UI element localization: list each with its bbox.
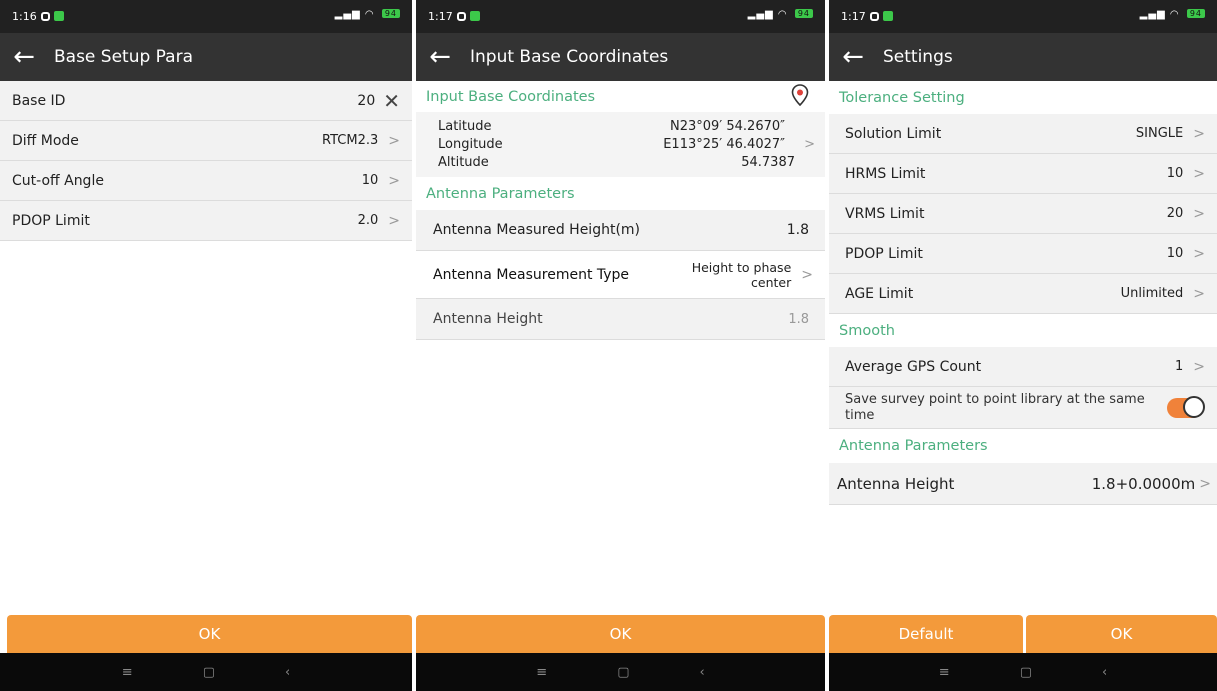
- back-nav-icon[interactable]: ‹: [1102, 665, 1107, 680]
- chevron-right-icon: >: [1193, 358, 1205, 375]
- chevron-right-icon: >: [1193, 125, 1205, 142]
- antenna-measured-height-row[interactable]: Antenna Measured Height(m) 1.8: [416, 210, 825, 251]
- home-icon[interactable]: ▢: [203, 665, 215, 680]
- location-pin-icon[interactable]: [791, 83, 809, 110]
- chevron-right-icon: >: [804, 137, 815, 152]
- row-value: 10: [361, 173, 379, 188]
- title-bar: ← Settings: [829, 33, 1217, 81]
- antenna-height-row: Antenna Height 1.8: [416, 299, 825, 340]
- average-gps-count-row[interactable]: Average GPS Count 1 >: [829, 347, 1217, 387]
- settings-screen: 1:17 ▂▄▆ ◠ 94 ← Settings Tolerance Setti…: [829, 0, 1217, 691]
- signal-wifi-battery-icons: ▂▄▆ ◠ 94: [1140, 9, 1205, 20]
- row-label: Cut-off Angle: [12, 172, 104, 189]
- battery-icon: 94: [794, 9, 813, 18]
- pdop-limit-row[interactable]: PDOP Limit 10 >: [829, 234, 1217, 274]
- chevron-right-icon: >: [1193, 245, 1205, 262]
- pdop-limit-row[interactable]: PDOP Limit 2.0 >: [0, 201, 412, 241]
- row-value: 20: [357, 92, 376, 109]
- notification-icon: [457, 12, 466, 21]
- message-icon: [470, 11, 480, 21]
- row-label: PDOP Limit: [12, 212, 90, 229]
- antenna-measurement-type-row[interactable]: Antenna Measurement Type Height to phase…: [416, 251, 825, 299]
- status-bar: 1:17 ▂▄▆ ◠ 94: [416, 0, 825, 33]
- chevron-right-icon: >: [801, 266, 813, 283]
- clear-icon[interactable]: ✕: [383, 91, 400, 111]
- back-arrow-icon[interactable]: ←: [833, 44, 873, 70]
- back-arrow-icon[interactable]: ←: [420, 44, 460, 70]
- system-nav-bar: ≡ ▢ ‹: [829, 653, 1217, 691]
- chevron-right-icon: >: [388, 212, 400, 229]
- menu-icon[interactable]: ≡: [536, 665, 547, 680]
- chevron-right-icon: >: [1193, 165, 1205, 182]
- antenna-height-row[interactable]: Antenna Height 1.8+0.0000m >: [829, 463, 1217, 505]
- ok-button[interactable]: OK: [7, 615, 412, 653]
- home-icon[interactable]: ▢: [1020, 665, 1032, 680]
- title-bar: ← Input Base Coordinates: [416, 33, 825, 81]
- base-coordinates-block[interactable]: Latitude N23°09′ 54.2670″ Longitude E113…: [416, 112, 825, 177]
- menu-icon[interactable]: ≡: [939, 665, 950, 680]
- altitude-row: Altitude 54.7387: [438, 154, 795, 170]
- cutoff-angle-row[interactable]: Cut-off Angle 10 >: [0, 161, 412, 201]
- row-value: RTCM2.3: [322, 133, 379, 148]
- toggle-knob: [1183, 395, 1205, 418]
- notification-icon: [41, 12, 50, 21]
- chevron-right-icon: >: [1199, 475, 1211, 492]
- base-setup-screen: 1:16 ▂▄▆ ◠ 94 ← Base Setup Para Base ID …: [0, 0, 412, 691]
- status-time: 1:17: [428, 10, 453, 23]
- home-icon[interactable]: ▢: [617, 665, 629, 680]
- age-limit-row[interactable]: AGE Limit Unlimited >: [829, 274, 1217, 314]
- status-time: 1:16: [12, 10, 37, 23]
- chevron-right-icon: >: [1193, 285, 1205, 302]
- system-nav-bar: ≡ ▢ ‹: [0, 653, 412, 691]
- ok-button[interactable]: OK: [416, 615, 825, 653]
- back-nav-icon[interactable]: ‹: [700, 665, 705, 680]
- signal-wifi-battery-icons: ▂▄▆ ◠ 94: [335, 9, 400, 20]
- page-title: Base Setup Para: [54, 47, 193, 67]
- section-header-antenna: Antenna Parameters: [416, 177, 825, 210]
- row-value: 2.0: [357, 213, 379, 228]
- page-title: Input Base Coordinates: [470, 47, 669, 67]
- signal-wifi-battery-icons: ▂▄▆ ◠ 94: [748, 9, 813, 20]
- status-bar: 1:17 ▂▄▆ ◠ 94: [829, 0, 1217, 33]
- section-header-antenna: Antenna Parameters: [829, 429, 1217, 463]
- message-icon: [54, 11, 64, 21]
- message-icon: [883, 11, 893, 21]
- status-bar: 1:16 ▂▄▆ ◠ 94: [0, 0, 412, 33]
- system-nav-bar: ≡ ▢ ‹: [416, 653, 825, 691]
- battery-icon: 94: [1186, 9, 1205, 18]
- back-nav-icon[interactable]: ‹: [285, 665, 290, 680]
- row-label: Diff Mode: [12, 132, 79, 149]
- battery-icon: 94: [381, 9, 400, 18]
- phone-screenshots: 1:16 ▂▄▆ ◠ 94 ← Base Setup Para Base ID …: [0, 0, 1217, 691]
- vrms-limit-row[interactable]: VRMS Limit 20 >: [829, 194, 1217, 234]
- page-title: Settings: [883, 47, 953, 67]
- section-header-coordinates: Input Base Coordinates: [416, 81, 825, 112]
- back-arrow-icon[interactable]: ←: [4, 44, 44, 70]
- chevron-right-icon: >: [388, 172, 400, 189]
- section-header-smooth: Smooth: [829, 314, 1217, 347]
- latitude-row: Latitude N23°09′ 54.2670″: [438, 118, 785, 134]
- diff-mode-row[interactable]: Diff Mode RTCM2.3 >: [0, 121, 412, 161]
- base-id-row[interactable]: Base ID 20 ✕: [0, 81, 412, 121]
- chevron-right-icon: >: [1193, 205, 1205, 222]
- save-to-library-row: Save survey point to point library at th…: [829, 387, 1217, 429]
- title-bar: ← Base Setup Para: [0, 33, 412, 81]
- notification-icon: [870, 12, 879, 21]
- default-button[interactable]: Default: [829, 615, 1023, 653]
- section-title: Input Base Coordinates: [426, 88, 596, 105]
- hrms-limit-row[interactable]: HRMS Limit 10 >: [829, 154, 1217, 194]
- section-header-tolerance: Tolerance Setting: [829, 81, 1217, 114]
- input-base-coordinates-screen: 1:17 ▂▄▆ ◠ 94 ← Input Base Coordinates I…: [416, 0, 825, 691]
- status-time: 1:17: [841, 10, 866, 23]
- longitude-row: Longitude E113°25′ 46.4027″: [438, 136, 785, 152]
- menu-icon[interactable]: ≡: [122, 665, 133, 680]
- solution-limit-row[interactable]: Solution Limit SINGLE >: [829, 114, 1217, 154]
- row-label: Base ID: [12, 92, 66, 109]
- ok-button[interactable]: OK: [1026, 615, 1217, 653]
- chevron-right-icon: >: [388, 132, 400, 149]
- save-to-library-toggle[interactable]: [1167, 395, 1205, 418]
